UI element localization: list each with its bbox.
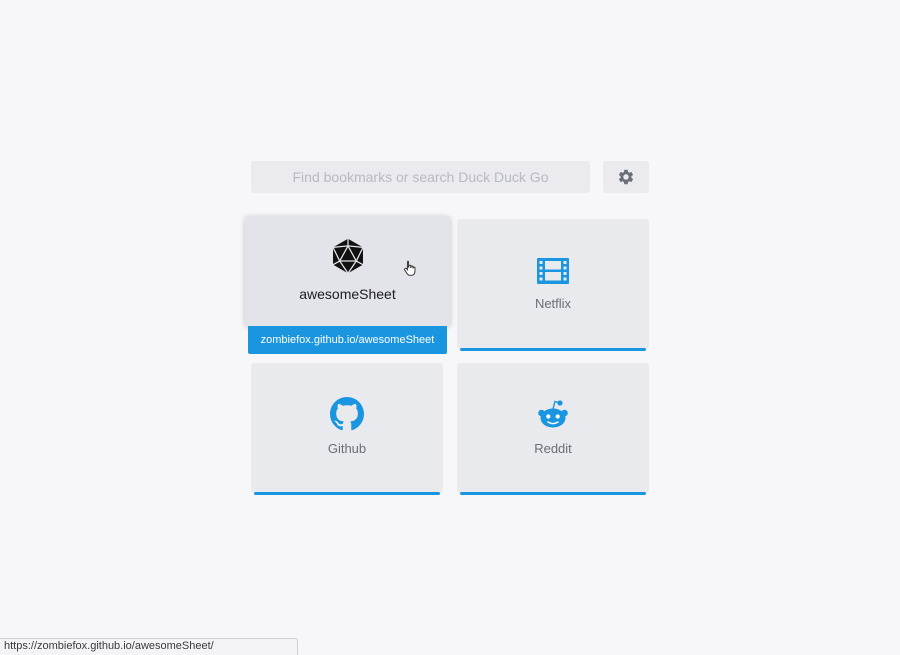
bookmark-tile-reddit[interactable]: Reddit — [457, 363, 649, 495]
tile-accent-bar — [460, 348, 646, 351]
tile-label: Github — [327, 441, 367, 456]
bookmark-tile-awesomesheet[interactable]: awesomeSheet — [245, 216, 450, 326]
film-icon — [537, 258, 569, 284]
tile-accent-bar — [254, 492, 440, 495]
tile-label: Netflix — [534, 296, 572, 311]
bookmark-tile-netflix[interactable]: Netflix — [457, 219, 649, 351]
reddit-icon — [538, 400, 568, 428]
bookmark-tile-github[interactable]: Github — [251, 363, 443, 495]
new-tab-page: awesomeSheet zombiefox.github.io/awesome… — [0, 0, 900, 655]
settings-button[interactable] — [603, 161, 649, 193]
hand-cursor-icon — [404, 260, 416, 276]
tile-label: Reddit — [534, 441, 572, 456]
d20-icon — [331, 238, 364, 274]
search-input[interactable] — [251, 161, 590, 193]
tile-url-bar: zombiefox.github.io/awesomeSheet — [248, 326, 447, 354]
status-bar-url: https://zombiefox.github.io/awesomeSheet… — [0, 638, 298, 655]
tile-label: awesomeSheet — [299, 286, 396, 302]
gear-icon — [618, 169, 634, 185]
tile-accent-bar — [460, 492, 646, 495]
github-icon — [330, 397, 364, 431]
